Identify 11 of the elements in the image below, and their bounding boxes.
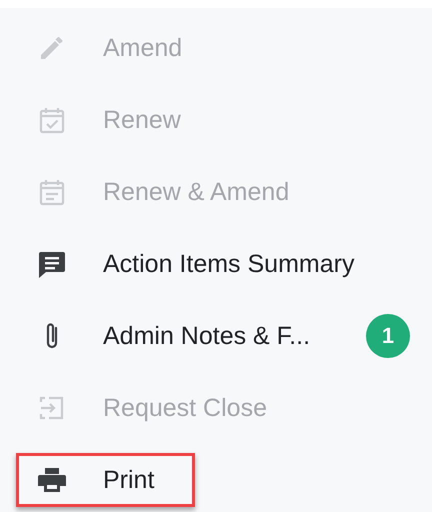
menu-item-label: Request Close: [103, 394, 267, 422]
menu-item[interactable]: Admin Notes & F...: [16, 309, 352, 363]
menu-item-label: Action Items Summary: [103, 250, 354, 278]
menu-item-label: Renew: [103, 106, 181, 134]
menu-item-label: Admin Notes & F...: [103, 322, 310, 350]
menu-item[interactable]: Action Items Summary: [16, 237, 396, 291]
menu-item-label: Print: [103, 466, 154, 494]
count-badge: 1: [366, 314, 410, 358]
menu-item-label: Renew & Amend: [103, 178, 290, 206]
menu-item[interactable]: Print: [16, 453, 196, 507]
menu-item-label: Amend: [103, 34, 182, 62]
